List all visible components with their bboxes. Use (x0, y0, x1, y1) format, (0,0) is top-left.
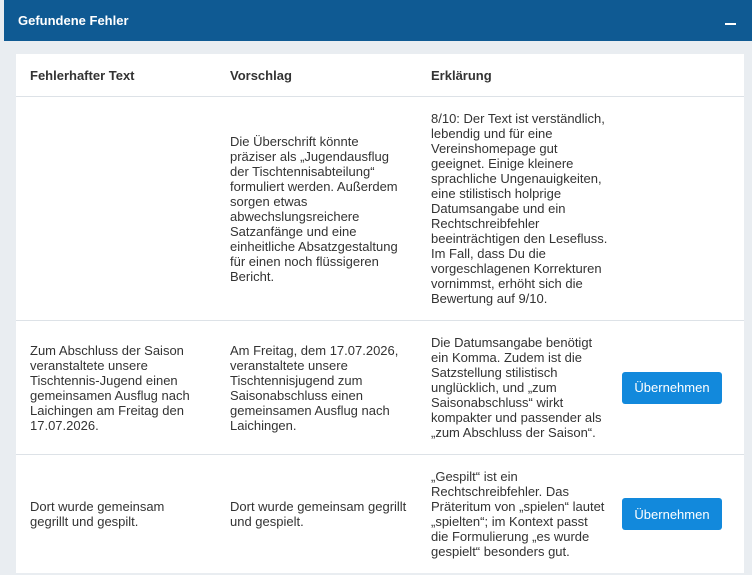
accept-button[interactable]: Übernehmen (622, 371, 722, 404)
errors-table-card: Fehlerhafter Text Vorschlag Erklärung Di… (16, 54, 744, 573)
column-header-action (618, 54, 744, 97)
minus-icon[interactable] (722, 13, 738, 29)
column-header-original: Fehlerhafter Text (16, 54, 216, 97)
suggestion-cell: Am Freitag, dem 17.07.2026, veranstaltet… (216, 320, 417, 455)
original-text-cell (16, 96, 216, 321)
table-header-row: Fehlerhafter Text Vorschlag Erklärung (16, 54, 744, 97)
explanation-cell: Die Datumsangabe benötigt ein Komma. Zud… (417, 320, 618, 455)
original-text-cell: Dort wurde gemeinsam gegrillt und gespil… (30, 499, 165, 529)
suggestion-cell: Die Überschrift könnte präziser als „Jug… (216, 96, 417, 321)
explanation-cell: „Gespilt“ ist ein Rechtschreibfehler. Da… (431, 469, 605, 559)
action-cell (618, 96, 744, 321)
column-header-explanation: Erklärung (417, 54, 618, 97)
explanation-cell: 8/10: Der Text ist verständlich, lebendi… (417, 96, 618, 321)
panel-title: Gefundene Fehler (18, 13, 129, 28)
action-cell: Übernehmen (618, 455, 744, 574)
accept-button[interactable]: Übernehmen (622, 498, 722, 530)
table-row: Dort wurde gemeinsam gegrillt und gespil… (16, 455, 744, 574)
errors-panel: Gefundene Fehler Fehlerhafter Text Vorsc… (4, 0, 752, 575)
suggestion-cell: Dort wurde gemeinsam gegrillt und gespie… (230, 499, 407, 529)
original-text-cell: Zum Abschluss der Saison veranstaltete u… (16, 320, 216, 455)
table-row: Zum Abschluss der Saison veranstaltete u… (16, 320, 744, 455)
action-cell: Übernehmen (618, 320, 744, 455)
table-row: Die Überschrift könnte präziser als „Jug… (16, 96, 744, 321)
errors-table: Fehlerhafter Text Vorschlag Erklärung Di… (16, 54, 744, 573)
column-header-suggestion: Vorschlag (216, 54, 417, 97)
panel-header: Gefundene Fehler (4, 0, 752, 41)
